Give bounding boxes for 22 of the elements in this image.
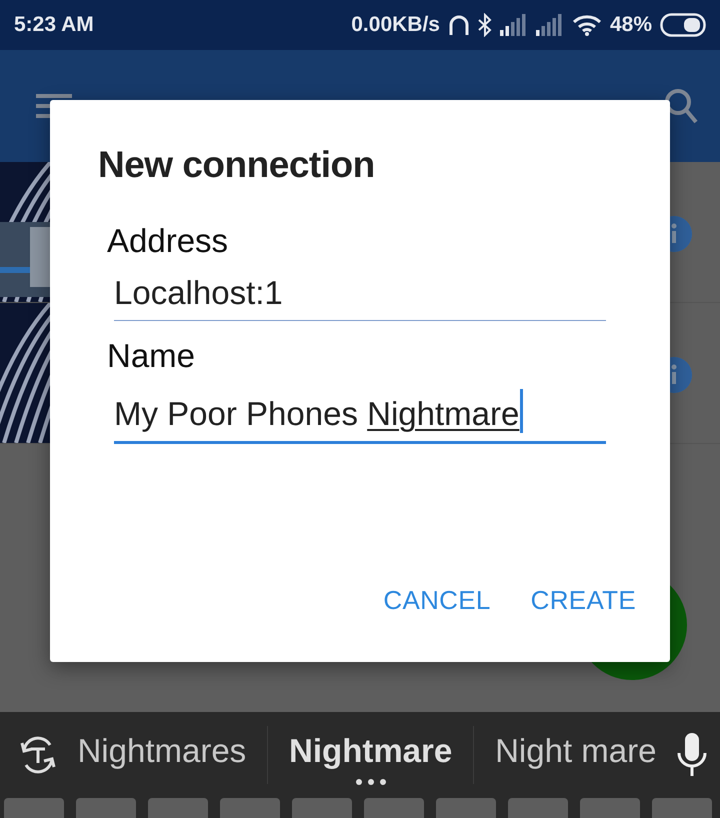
network-speed: 0.00KB/s (351, 13, 440, 37)
suggestion[interactable]: Nightmares (59, 725, 264, 785)
suggestion[interactable]: Nightmare (271, 725, 470, 785)
field-label: Address (107, 222, 230, 260)
status-time: 5:23 AM (14, 13, 94, 37)
text-swap-icon[interactable] (18, 735, 58, 775)
signal-icon (536, 14, 564, 36)
headphones-icon (448, 13, 470, 37)
bluetooth-icon (478, 13, 492, 37)
battery-icon (660, 13, 706, 37)
search-icon[interactable] (664, 88, 698, 124)
input-field[interactable]: Localhost:1 (114, 274, 606, 321)
wifi-icon (572, 14, 602, 36)
suggestion[interactable]: Night mare (477, 725, 674, 785)
input-field[interactable]: My Poor Phones Nightmare (114, 389, 606, 444)
microphone-icon[interactable] (676, 733, 708, 777)
dialog-title: New connection (98, 144, 376, 186)
field-label: Name (107, 337, 196, 375)
cancel-button[interactable]: CANCEL (373, 577, 501, 624)
battery-percent: 48% (610, 13, 652, 37)
create-button[interactable]: CREATE (520, 577, 646, 624)
signal-icon (500, 14, 528, 36)
